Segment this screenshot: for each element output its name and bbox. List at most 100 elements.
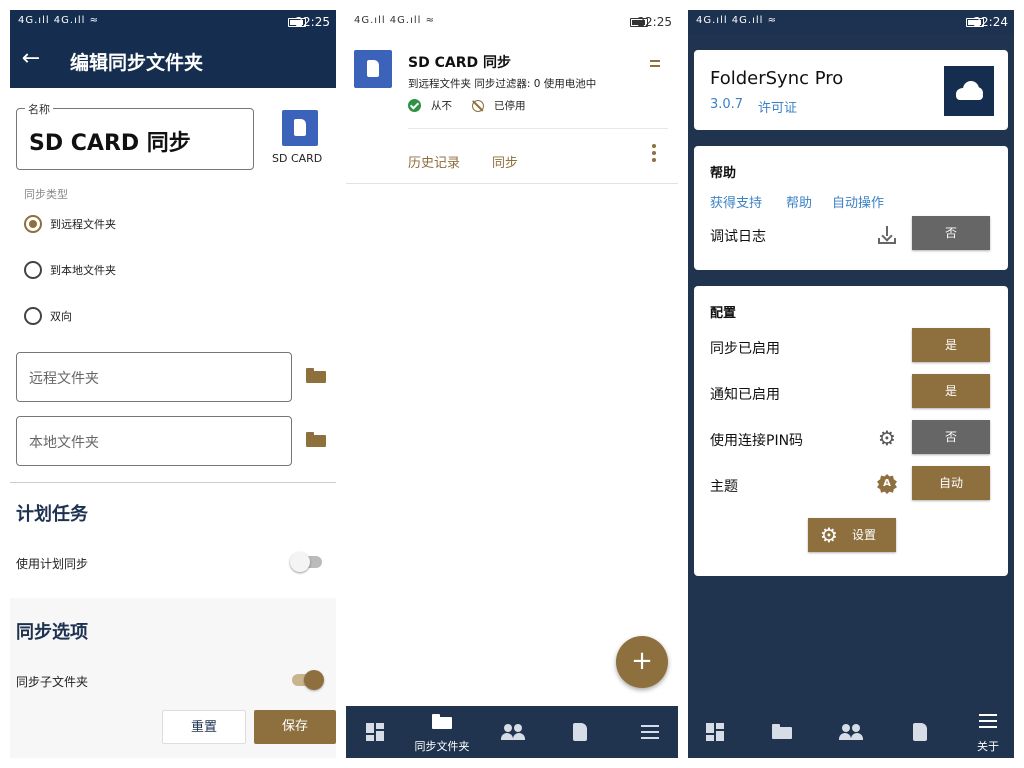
check-circle-icon <box>408 99 421 112</box>
nav-dashboard[interactable] <box>348 706 400 758</box>
license-link[interactable]: 许可证 <box>758 97 797 116</box>
radio-label: 到远程文件夹 <box>50 218 116 231</box>
debug-log-button[interactable]: 否 <box>912 216 990 250</box>
folderpair-card[interactable]: SD CARD 同步 到远程文件夹 同步过滤器: 0 使用电池中 从不 已停用 … <box>346 34 678 184</box>
help-link[interactable]: 帮助 <box>786 192 812 211</box>
name-field-value[interactable]: SD CARD 同步 <box>29 125 191 157</box>
sync-subfolders-label: 同步子文件夹 <box>16 675 89 689</box>
nav-about[interactable]: 关于 <box>962 706 1014 758</box>
alarm-off-icon <box>472 99 484 112</box>
folder-icon <box>772 724 792 739</box>
folderpair-subtitle: 到远程文件夹 同步过滤器: 0 使用电池中 <box>408 78 597 90</box>
sync-enabled-label: 同步已启用 <box>710 341 780 357</box>
status-bar: 4G.ıll 4G.ıll ≈ 22:25 <box>346 10 678 34</box>
app-info-card: FolderSync Pro 3.0.7 许可证 <box>694 50 1008 130</box>
signal-icon: 4G.ıll 4G.ıll ≈ <box>18 15 99 26</box>
folder-icon[interactable] <box>306 432 326 447</box>
status-time: 22:25 <box>637 15 672 29</box>
sd-card-icon[interactable] <box>282 110 318 146</box>
radio-label: 到本地文件夹 <box>50 264 116 277</box>
radio-two-way[interactable]: 双向 <box>24 306 72 326</box>
sd-card-icon <box>573 723 587 741</box>
use-schedule-label: 使用计划同步 <box>16 557 89 571</box>
help-heading: 帮助 <box>710 166 737 181</box>
more-vert-icon[interactable] <box>652 144 656 165</box>
history-button[interactable]: 历史记录 <box>408 152 460 171</box>
radio-label: 双向 <box>50 310 72 323</box>
status-time: 22:24 <box>973 15 1008 29</box>
settings-button[interactable]: ⚙ 设置 <box>808 518 896 552</box>
nav-dashboard[interactable] <box>688 706 740 758</box>
signal-icon: 4G.ıll 4G.ıll ≈ <box>696 15 777 26</box>
bottom-nav: 同步文件夹 <box>346 706 678 758</box>
config-heading: 配置 <box>710 306 737 321</box>
remote-folder-field[interactable]: 远程文件夹 <box>16 352 292 402</box>
folderpair-name: SD CARD 同步 <box>408 55 511 71</box>
theme-button[interactable]: 自动 <box>912 466 990 500</box>
about-screen: 4G.ıll 4G.ıll ≈ 22:24 FolderSync Pro 3.0… <box>688 10 1014 758</box>
schedule-heading: 计划任务 <box>16 504 88 525</box>
menu-icon <box>979 714 997 732</box>
radio-unselected-icon[interactable] <box>24 261 42 279</box>
automation-link[interactable]: 自动操作 <box>832 192 884 211</box>
bottom-nav: 关于 <box>688 706 1014 758</box>
last-sync-text: 从不 <box>431 100 452 112</box>
divider <box>10 482 336 483</box>
sync-enabled-button[interactable]: 是 <box>912 328 990 362</box>
folder-icon-picker[interactable]: SD CARD <box>272 110 322 165</box>
name-field[interactable]: 名称 SD CARD 同步 <box>16 101 254 170</box>
folder-icon[interactable] <box>306 368 326 383</box>
app-version: 3.0.7 <box>710 97 744 112</box>
toggle-knob[interactable] <box>304 670 324 690</box>
gear-icon[interactable]: ⚙ <box>877 428 897 448</box>
sd-card-icon <box>354 50 392 88</box>
status-time: 22:25 <box>295 15 330 29</box>
nav-about-label: 关于 <box>977 740 999 753</box>
local-folder-field[interactable]: 本地文件夹 <box>16 416 292 466</box>
nav-sd-card[interactable] <box>894 706 946 758</box>
name-field-label: 名称 <box>25 101 53 117</box>
radio-to-local[interactable]: 到本地文件夹 <box>24 260 116 280</box>
sync-options-heading: 同步选项 <box>16 622 88 643</box>
notify-enabled-button[interactable]: 是 <box>912 374 990 408</box>
nav-folderpairs[interactable] <box>756 706 808 758</box>
app-bar: ← 编辑同步文件夹 <box>10 34 336 88</box>
nav-accounts[interactable] <box>486 706 538 758</box>
radio-selected-icon[interactable] <box>24 215 42 233</box>
toggle-knob[interactable] <box>290 552 310 572</box>
download-icon[interactable] <box>878 226 896 244</box>
people-icon <box>839 724 863 740</box>
drag-handle-icon[interactable] <box>650 60 660 70</box>
status-bar: 4G.ıll 4G.ıll ≈ 22:24 <box>688 10 1014 34</box>
nav-menu[interactable] <box>624 706 676 758</box>
get-support-link[interactable]: 获得支持 <box>710 192 762 211</box>
back-arrow-icon[interactable]: ← <box>16 46 46 71</box>
pin-button[interactable]: 否 <box>912 420 990 454</box>
page-title: 编辑同步文件夹 <box>70 52 204 74</box>
nav-sd-card[interactable] <box>554 706 606 758</box>
save-button[interactable]: 保存 <box>254 710 336 744</box>
divider <box>408 128 668 129</box>
sync-button[interactable]: 同步 <box>492 152 518 171</box>
remote-folder-placeholder: 远程文件夹 <box>29 371 99 387</box>
add-folderpair-fab[interactable]: + <box>616 636 668 688</box>
theme-auto-icon: A <box>877 474 897 494</box>
nav-folderpairs[interactable]: 同步文件夹 <box>415 706 470 758</box>
sd-card-caption: SD CARD <box>272 152 323 165</box>
radio-unselected-icon[interactable] <box>24 307 42 325</box>
config-card: 配置 同步已启用 是 通知已启用 是 使用连接PIN码 ⚙ 否 主题 A 自动 … <box>694 286 1008 576</box>
settings-label: 设置 <box>852 528 877 542</box>
dashboard-icon <box>706 723 724 741</box>
cloud-logo-icon <box>944 66 994 116</box>
theme-label: 主题 <box>710 479 738 495</box>
folderpairs-list-screen: 4G.ıll 4G.ıll ≈ 22:25 SD CARD 同步 到远程文件夹 … <box>346 10 678 758</box>
radio-to-remote[interactable]: 到远程文件夹 <box>24 214 116 234</box>
folderpair-status: 从不 已停用 <box>408 98 526 113</box>
use-schedule-toggle[interactable] <box>290 552 322 572</box>
nav-accounts[interactable] <box>824 706 876 758</box>
status-bar: 4G.ıll 4G.ıll ≈ 22:25 <box>10 10 336 34</box>
reset-button[interactable]: 重置 <box>162 710 246 744</box>
sd-card-icon <box>913 723 927 741</box>
sync-subfolders-toggle[interactable] <box>292 670 324 690</box>
folder-icon <box>432 714 452 729</box>
